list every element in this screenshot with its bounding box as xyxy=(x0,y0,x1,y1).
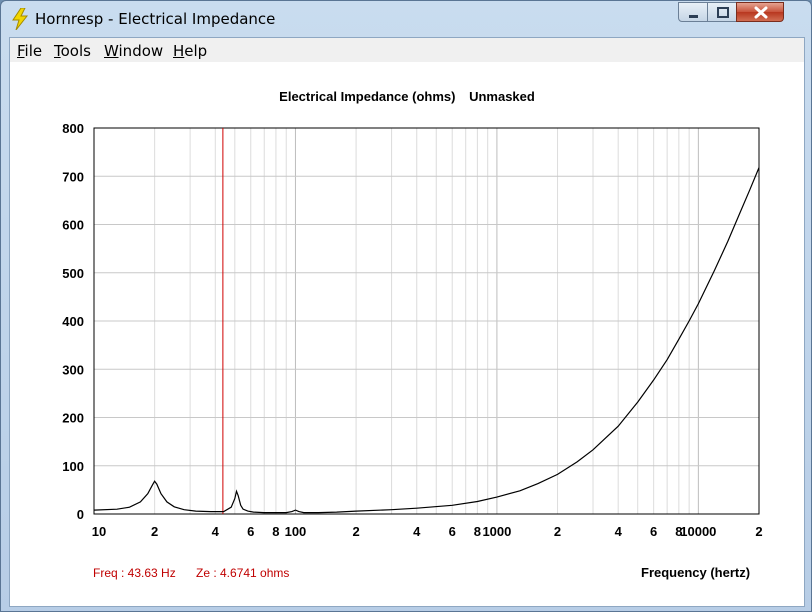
x-tick-label: 4 xyxy=(413,524,421,539)
menu-file[interactable]: File xyxy=(17,42,42,60)
app-window: Hornresp - Electrical Impedance File Too… xyxy=(0,0,812,612)
x-axis-label: Frequency (hertz) xyxy=(641,565,751,580)
x-tick-label: 2 xyxy=(151,524,158,539)
y-tick-label: 300 xyxy=(62,362,84,377)
menu-bar: File Tools Window Help xyxy=(10,38,804,62)
y-tick-label: 100 xyxy=(62,459,84,474)
x-tick-label: 6 xyxy=(449,524,456,539)
x-tick-label: 2 xyxy=(755,524,762,539)
ze-readout: Ze : 4.6741 ohms xyxy=(196,566,290,580)
x-tick-label: 1000 xyxy=(482,524,511,539)
menu-tools[interactable]: Tools xyxy=(54,42,91,60)
x-tick-label: 8 xyxy=(474,524,481,539)
x-tick-label: 10000 xyxy=(680,524,716,539)
x-tick-label: 100 xyxy=(285,524,307,539)
x-tick-label: 2 xyxy=(352,524,359,539)
title-bar[interactable]: Hornresp - Electrical Impedance xyxy=(1,1,811,37)
y-tick-label: 600 xyxy=(62,218,84,233)
y-tick-label: 800 xyxy=(62,121,84,136)
window-title: Hornresp - Electrical Impedance xyxy=(35,10,276,28)
y-tick-label: 200 xyxy=(62,411,84,426)
minimize-icon xyxy=(689,15,698,18)
y-tick-label: 700 xyxy=(62,169,84,184)
impedance-chart[interactable]: 010020030040050060070080010 2 4 6 8 100 2 4 6 8 10… xyxy=(10,62,804,606)
client-area: File Tools Window Help Electrical Impeda… xyxy=(9,37,805,607)
y-tick-label: 500 xyxy=(62,266,84,281)
freq-readout: Freq : 43.63 Hz xyxy=(93,566,176,580)
x-tick-label: 4 xyxy=(212,524,220,539)
menu-window[interactable]: Window xyxy=(104,42,163,60)
plot-area[interactable]: Electrical Impedance (ohms) Unmasked 0 10… xyxy=(10,62,804,606)
maximize-icon xyxy=(717,7,729,18)
lightning-icon xyxy=(12,8,29,30)
maximize-button[interactable] xyxy=(707,2,737,22)
x-tick-label: 2 xyxy=(554,524,561,539)
menu-help[interactable]: Help xyxy=(173,42,207,60)
y-tick-label: 0 xyxy=(77,507,84,522)
x-tick-label: 6 xyxy=(247,524,254,539)
x-tick-label: 4 xyxy=(615,524,623,539)
x-tick-label: 10 xyxy=(92,524,106,539)
x-tick-label: 6 xyxy=(650,524,657,539)
minimize-button[interactable] xyxy=(678,2,708,22)
impedance-curve xyxy=(93,167,760,514)
close-icon xyxy=(754,6,768,19)
close-button[interactable] xyxy=(736,2,784,22)
x-tick-label: 8 xyxy=(272,524,279,539)
y-tick-label: 400 xyxy=(62,314,84,329)
